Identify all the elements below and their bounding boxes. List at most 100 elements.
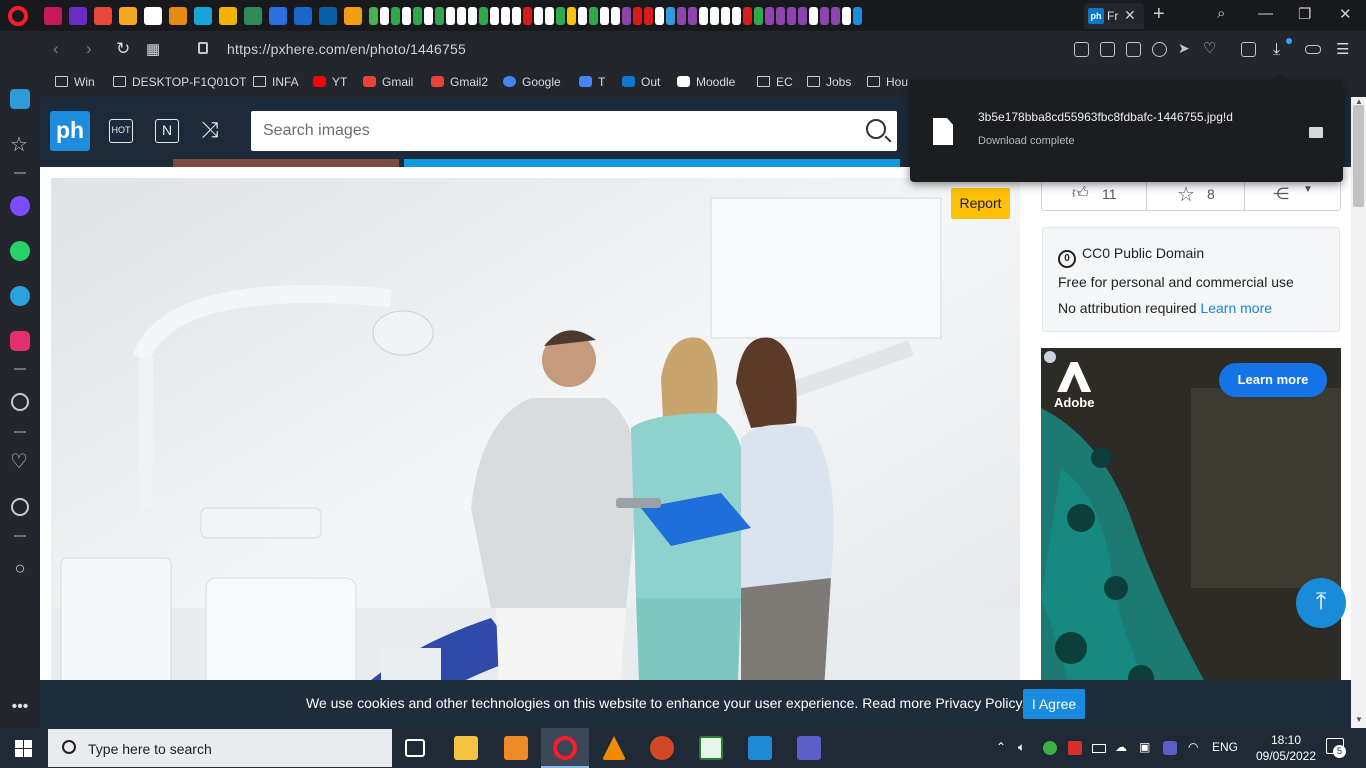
history-clock-icon[interactable] bbox=[11, 498, 29, 516]
tab-favicon[interactable] bbox=[294, 7, 312, 25]
send-icon[interactable]: ➤ bbox=[1178, 40, 1193, 56]
tab-favicon[interactable] bbox=[534, 7, 543, 25]
tab-favicon[interactable] bbox=[853, 7, 862, 25]
tab-favicon[interactable] bbox=[622, 7, 631, 25]
lock-icon[interactable] bbox=[198, 42, 208, 54]
snapshot-icon[interactable] bbox=[1126, 42, 1141, 57]
tab-favicon[interactable] bbox=[820, 7, 829, 25]
antivirus-icon[interactable] bbox=[1068, 741, 1082, 755]
tab-favicon[interactable] bbox=[798, 7, 807, 25]
tab-favicon[interactable] bbox=[699, 7, 708, 25]
security-icon[interactable] bbox=[1043, 741, 1057, 755]
close-tab-icon[interactable]: ✕ bbox=[1124, 7, 1136, 24]
tab-favicon[interactable] bbox=[169, 7, 187, 25]
report-button[interactable]: Report bbox=[951, 188, 1010, 219]
powerpoint-icon[interactable] bbox=[650, 736, 674, 760]
tips-lightbulb-icon[interactable]: ○ bbox=[10, 558, 30, 578]
tab-favicon[interactable] bbox=[319, 7, 337, 25]
tab-favicon[interactable] bbox=[269, 7, 287, 25]
show-hidden-icons-icon[interactable]: ⌃ bbox=[996, 740, 1006, 754]
instagram-icon[interactable] bbox=[10, 331, 30, 351]
tab-favicon[interactable] bbox=[677, 7, 686, 25]
tab-favicon[interactable] bbox=[523, 7, 532, 25]
active-tab[interactable]: ph Fr ✕ bbox=[1084, 3, 1144, 29]
tab-favicon[interactable] bbox=[44, 7, 62, 25]
tab-favicon[interactable] bbox=[369, 7, 378, 25]
new-button[interactable]: N bbox=[155, 119, 179, 143]
bookmark-translate[interactable]: T bbox=[579, 75, 605, 89]
onedrive-cloud-icon[interactable]: ☁ bbox=[1115, 740, 1127, 754]
tab-favicon[interactable] bbox=[402, 7, 411, 25]
heart-icon[interactable]: ♡ bbox=[1203, 39, 1218, 57]
tab-favicon[interactable] bbox=[842, 7, 851, 25]
tab-favicon[interactable] bbox=[732, 7, 741, 25]
tab-favicon[interactable] bbox=[589, 7, 598, 25]
bookmark-gmail[interactable]: Gmail bbox=[363, 75, 413, 89]
tab-favicon[interactable] bbox=[144, 7, 162, 25]
hot-button[interactable]: HOT bbox=[109, 119, 133, 143]
adblock-icon[interactable] bbox=[1152, 42, 1167, 57]
tab-favicon[interactable] bbox=[710, 7, 719, 25]
search-icon[interactable] bbox=[866, 119, 886, 139]
agree-button[interactable]: I Agree bbox=[1023, 689, 1085, 719]
bookmark-jobs[interactable]: Jobs bbox=[807, 75, 851, 89]
home-icon[interactable] bbox=[10, 89, 30, 109]
tab-favicon[interactable] bbox=[413, 7, 422, 25]
scroll-down-icon[interactable]: ▼ bbox=[1355, 715, 1363, 724]
file-explorer-icon[interactable] bbox=[454, 736, 478, 760]
forward-icon[interactable]: › bbox=[86, 39, 92, 59]
favorite-button[interactable]: ☆ 8 bbox=[1147, 178, 1245, 210]
tab-favicon[interactable] bbox=[94, 7, 112, 25]
tab-favicon[interactable] bbox=[831, 7, 840, 25]
shuffle-icon[interactable]: ⤨ bbox=[201, 117, 219, 143]
messenger-icon[interactable] bbox=[10, 196, 30, 216]
bookmark-moodle[interactable]: Moodle bbox=[677, 75, 735, 89]
teams-tray-icon[interactable] bbox=[1163, 741, 1177, 755]
close-window-icon[interactable]: ✕ bbox=[1339, 5, 1352, 23]
bookmark-win[interactable]: Win bbox=[55, 75, 95, 89]
tab-favicon[interactable] bbox=[556, 7, 565, 25]
tab-favicon[interactable] bbox=[666, 7, 675, 25]
banner-ad-image[interactable] bbox=[173, 159, 399, 167]
battery-icon[interactable] bbox=[1092, 744, 1106, 753]
tab-favicon[interactable] bbox=[244, 7, 262, 25]
bookmark-ec[interactable]: EC bbox=[757, 75, 793, 89]
pxhere-logo[interactable]: ph bbox=[50, 111, 90, 151]
download-filename[interactable]: 3b5e178bba8cd55963fbc8fdbafc-1446755.jpg… bbox=[978, 110, 1233, 124]
tab-favicon[interactable] bbox=[457, 7, 466, 25]
player-icon[interactable] bbox=[11, 393, 29, 411]
bookmark-outlook[interactable]: Out bbox=[622, 75, 660, 89]
like-button[interactable]: 👍︎ 11 bbox=[1042, 178, 1147, 210]
banner-ad-strip[interactable] bbox=[404, 159, 900, 167]
tab-favicon[interactable] bbox=[611, 7, 620, 25]
edit-icon[interactable] bbox=[1100, 42, 1115, 57]
tab-favicon[interactable] bbox=[600, 7, 609, 25]
taskbar-search[interactable]: Type here to search bbox=[48, 729, 392, 767]
tab-favicon[interactable] bbox=[219, 7, 237, 25]
sidebar-more-icon[interactable]: ••• bbox=[10, 697, 30, 717]
tab-favicon[interactable] bbox=[344, 7, 362, 25]
telegram-icon[interactable] bbox=[10, 286, 30, 306]
tab-favicon[interactable] bbox=[479, 7, 488, 25]
tab-favicon[interactable] bbox=[468, 7, 477, 25]
tab-favicon[interactable] bbox=[424, 7, 433, 25]
pdf-app-icon[interactable] bbox=[504, 736, 528, 760]
tab-favicon[interactable] bbox=[754, 7, 763, 25]
tab-favicon[interactable] bbox=[633, 7, 642, 25]
tab-favicon[interactable] bbox=[567, 7, 576, 25]
network-adapter-icon[interactable]: ▣ bbox=[1139, 740, 1150, 754]
taskbar-clock[interactable]: 18:10 09/05/2022 bbox=[1254, 732, 1318, 764]
learn-more-link[interactable]: Learn more bbox=[1200, 300, 1272, 316]
tab-favicon[interactable] bbox=[501, 7, 510, 25]
download-icon[interactable]: ⤓ bbox=[1273, 41, 1280, 59]
battery-saver-icon[interactable] bbox=[1305, 45, 1321, 54]
main-photo[interactable] bbox=[51, 178, 1020, 728]
tab-favicon[interactable] bbox=[578, 7, 587, 25]
back-icon[interactable]: ‹ bbox=[53, 39, 59, 59]
tab-favicon[interactable] bbox=[446, 7, 455, 25]
tab-favicon[interactable] bbox=[391, 7, 400, 25]
bookmarks-star-icon[interactable]: ☆ bbox=[10, 135, 30, 155]
my-flow-heart-icon[interactable]: ♡ bbox=[10, 452, 30, 472]
easy-setup-icon[interactable]: ☰ bbox=[1336, 40, 1349, 58]
tab-favicon[interactable] bbox=[776, 7, 785, 25]
